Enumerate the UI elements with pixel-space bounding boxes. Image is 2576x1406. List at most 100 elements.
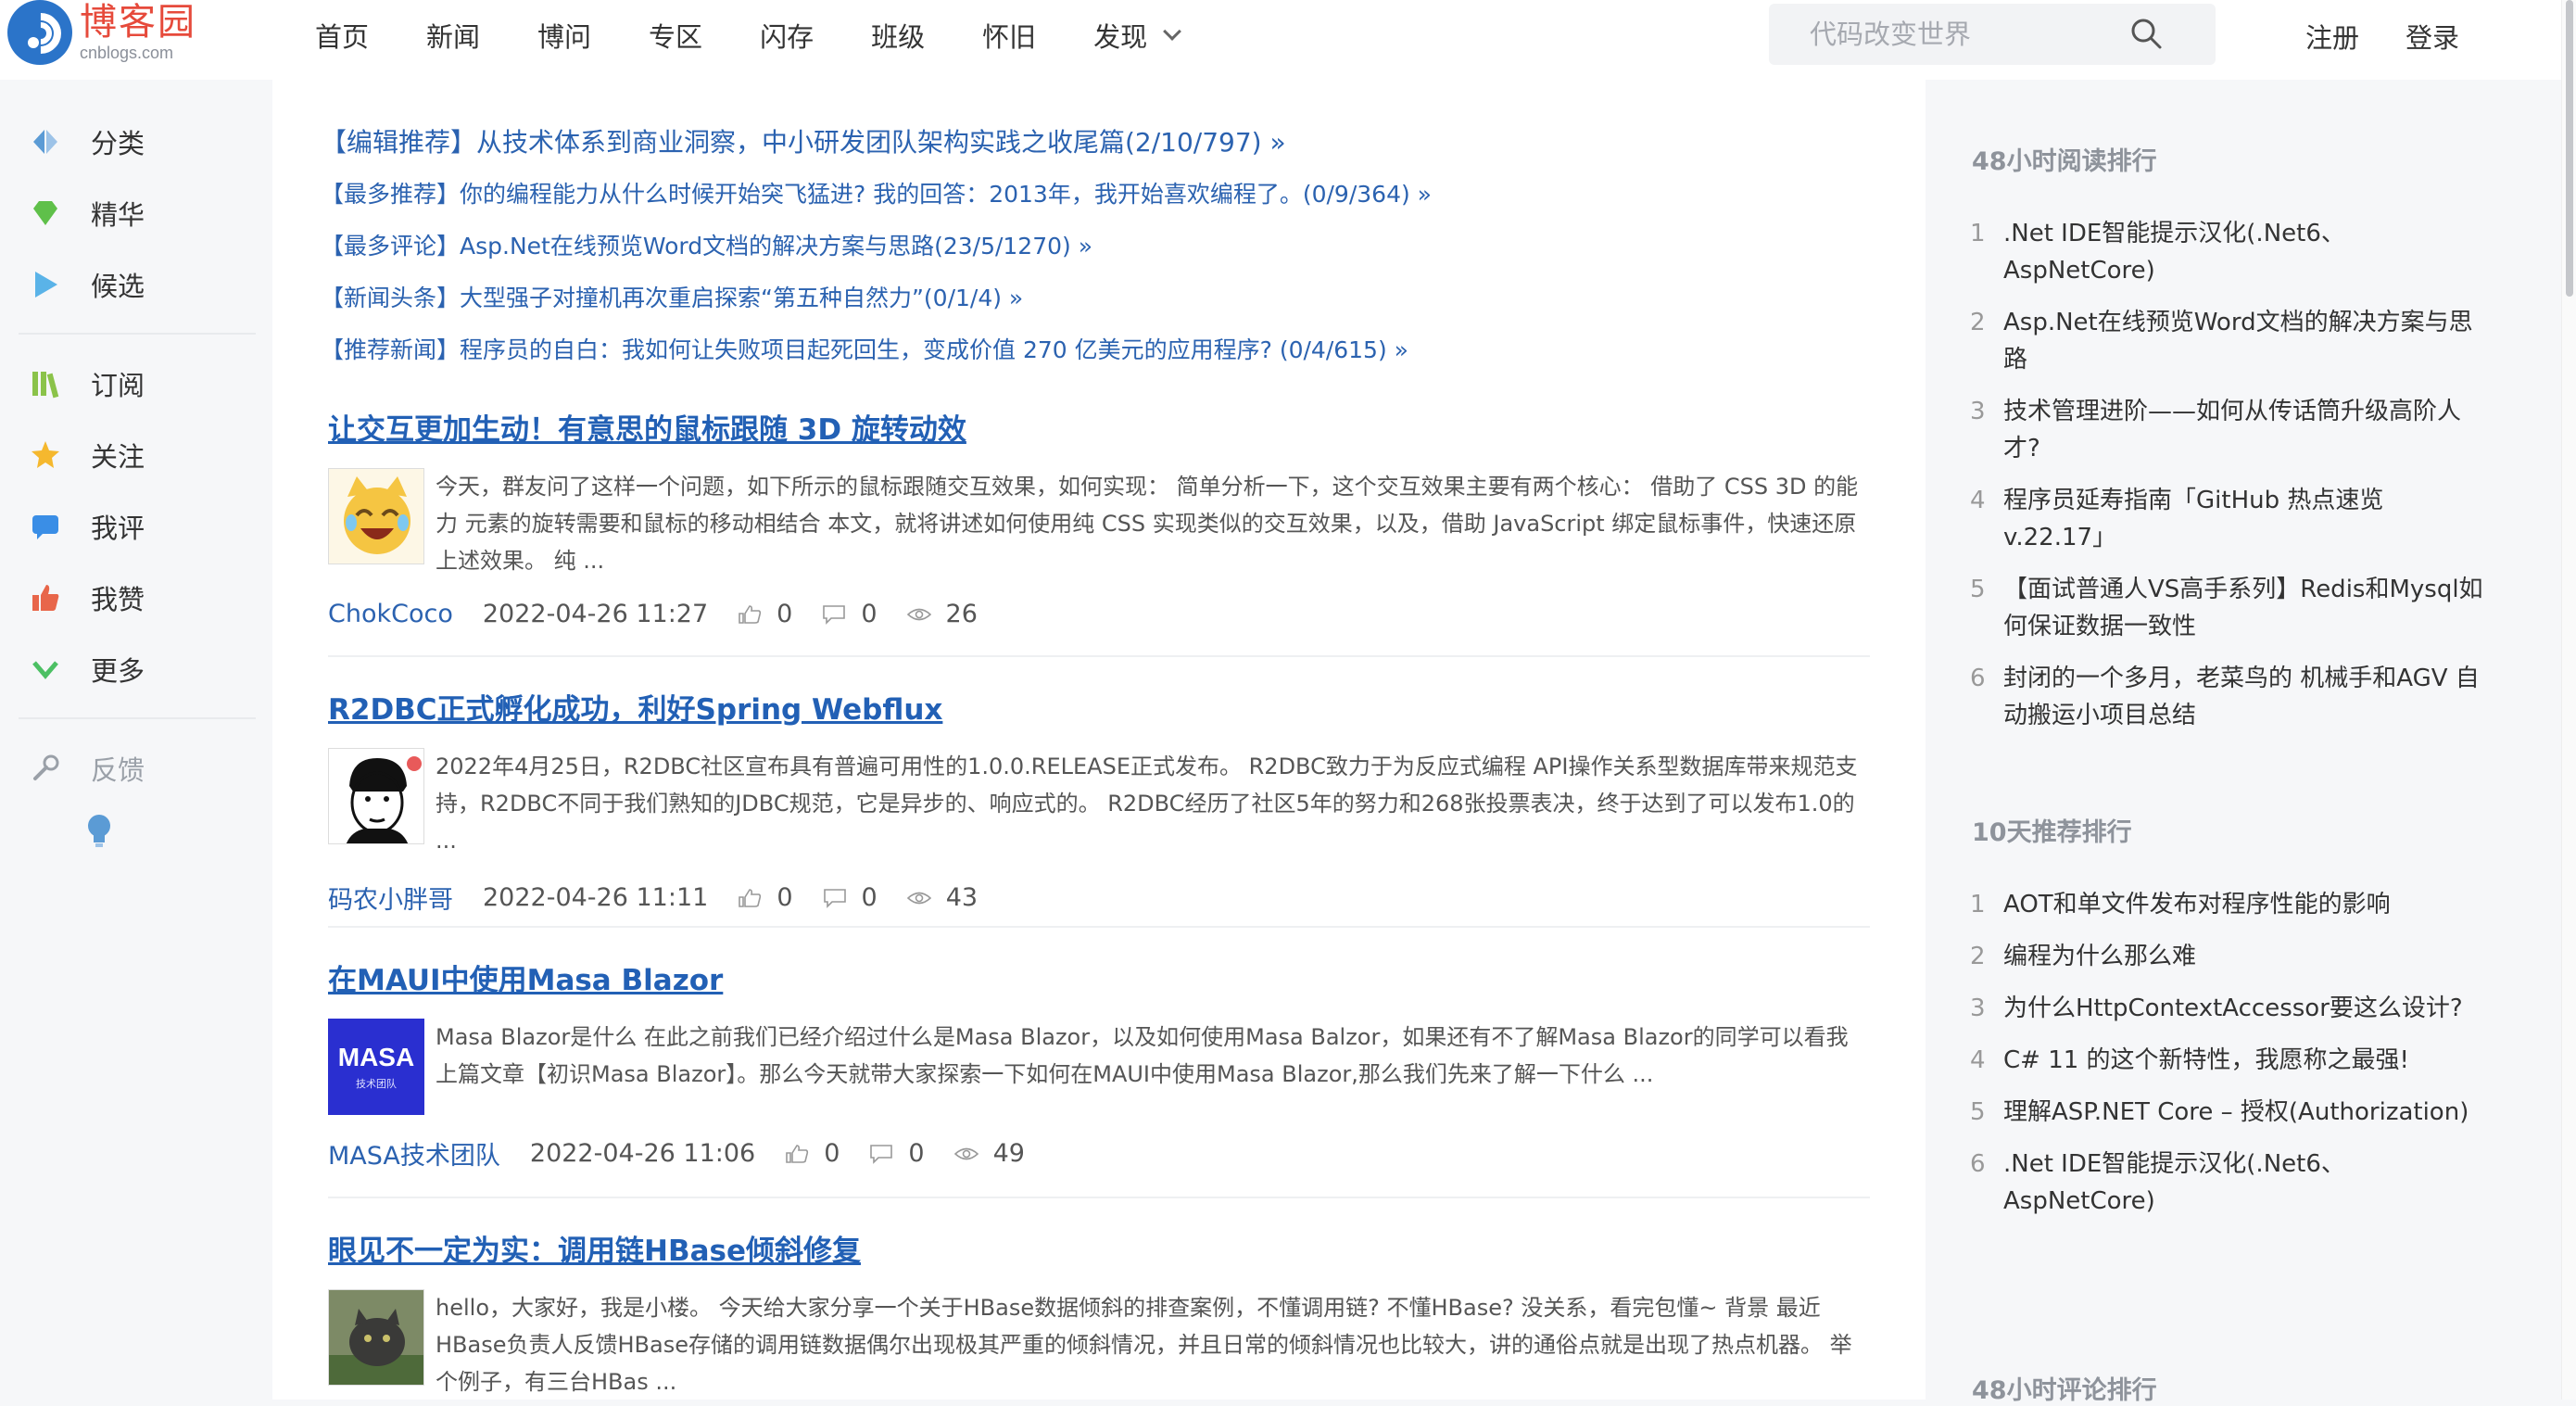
comment-icon	[870, 1144, 893, 1164]
sidebar-item-category[interactable]: 分类	[0, 106, 272, 177]
sidebar-item-label: 更多	[91, 654, 145, 687]
sidebar-item-label: 我赞	[91, 583, 145, 615]
list-item[interactable]: 5 【面试普通人VS高手系列】Redis和Mysql如何保证数据一致性	[1970, 571, 2489, 645]
rank-item-title: 编程为什么那么难	[2003, 943, 2197, 970]
site-logo[interactable]: 博客园 cnblogs.com	[7, 0, 196, 65]
post-author[interactable]: 码农小胖哥	[328, 880, 453, 916]
list-item[interactable]: 3 为什么HttpContextAccessor要这么设计?	[1970, 990, 2489, 1027]
nav-home[interactable]: 首页	[315, 16, 369, 55]
list-item[interactable]: 4 程序员延寿指南「GitHub 热点速览 v.22.17」	[1970, 482, 2489, 556]
author-avatar[interactable]	[328, 468, 424, 564]
logo-domain: cnblogs.com	[80, 44, 174, 62]
like-count: 0	[824, 1139, 840, 1168]
like-button[interactable]: 0	[738, 600, 792, 628]
sidebar-item-candidate[interactable]: 候选	[0, 248, 272, 320]
list-item[interactable]: 2 Asp.Net在线预览Word文档的解决方案与思路	[1970, 304, 2489, 378]
login-link[interactable]: 登录	[2406, 17, 2459, 56]
chevron-down-icon	[32, 660, 58, 679]
nav-news[interactable]: 新闻	[426, 16, 480, 55]
rank-number: 6	[1970, 1150, 1986, 1178]
rank-number: 3	[1970, 994, 1986, 1022]
views-stat[interactable]: 43	[906, 883, 978, 912]
list-item[interactable]: 2 编程为什么那么难	[1970, 938, 2489, 975]
sidebar-divider	[19, 717, 256, 719]
rank-item-title: 为什么HttpContextAccessor要这么设计?	[2003, 994, 2463, 1022]
featured-news-headline[interactable]: 【新闻头条】大型强子对撞机再次重启探索“第五种自然力”(0/1/4) »	[321, 285, 1023, 311]
list-item[interactable]: 6 封闭的一个多月，老菜鸟的 机械手和AGV 自动搬运小项目总结	[1970, 660, 2489, 734]
post-summary: hello，大家好，我是小楼。 今天给大家分享一个关于HBase数据倾斜的排查案…	[436, 1295, 1852, 1395]
rss-logo-icon	[7, 0, 72, 65]
sidebar-item-essence[interactable]: 精华	[0, 177, 272, 248]
search-icon[interactable]	[2129, 17, 2163, 50]
post-date: 2022-04-26 11:27	[482, 600, 709, 628]
nav-zone[interactable]: 专区	[649, 16, 702, 55]
sidebar-item-label: 分类	[91, 127, 145, 159]
comment-button[interactable]: 0	[869, 1139, 925, 1168]
sidebar-item-subscribe[interactable]: 订阅	[0, 348, 272, 419]
thumbs-up-icon	[786, 1144, 809, 1163]
featured-editor-pick[interactable]: 【编辑推荐】从技术体系到商业洞察，中小研发团队架构实践之收尾篇(2/10/797…	[321, 127, 1286, 158]
register-link[interactable]: 注册	[2305, 17, 2359, 56]
sidebar-item-feedback[interactable]: 反馈	[0, 732, 272, 804]
list-item[interactable]: 3 技术管理进阶——如何从传话筒升级高阶人才?	[1970, 393, 2489, 467]
list-item[interactable]: 1 AOT和单文件发布对程序性能的影响	[1970, 886, 2489, 923]
post-summary: Masa Blazor是什么 在此之前我们已经介绍过什么是Masa Blazor…	[436, 1024, 1849, 1087]
portrait-avatar-icon	[346, 756, 422, 843]
post-item: 眼见不一定为实：调用链HBase倾斜修复 hello，大家好，我是小楼。 今天给…	[328, 1227, 1870, 1400]
comment-button[interactable]: 0	[823, 883, 878, 912]
author-avatar[interactable]	[328, 1289, 424, 1386]
list-item[interactable]: 5 理解ASP.NET Core – 授权(Authorization)	[1970, 1094, 2489, 1131]
rank-title-read48: 48小时阅读排行	[1972, 147, 2157, 176]
post-author[interactable]: MASA技术团队	[328, 1135, 500, 1172]
rank-number: 1	[1970, 220, 1986, 247]
list-item[interactable]: 4 C# 11 的这个新特性，我愿称之最强!	[1970, 1042, 2489, 1079]
comment-icon	[823, 604, 846, 625]
author-avatar[interactable]	[328, 748, 424, 844]
scrollbar-thumb[interactable]	[2566, 0, 2573, 297]
like-count: 0	[777, 600, 793, 628]
sidebar-item-my-likes[interactable]: 我赞	[0, 562, 272, 633]
post-title[interactable]: 眼见不一定为实：调用链HBase倾斜修复	[328, 1227, 861, 1269]
like-button[interactable]: 0	[738, 883, 793, 912]
post-meta: MASA技术团队 2022-04-26 11:06 0 0 49	[328, 1135, 1870, 1172]
sidebar-item-my-comments[interactable]: 我评	[0, 490, 272, 562]
list-item[interactable]: 6 .Net IDE智能提示汉化(.Net6、AspNetCore)	[1970, 1146, 2489, 1220]
thumbs-up-icon	[32, 584, 59, 611]
sidebar-divider	[19, 333, 256, 335]
comment-bubble-icon	[32, 514, 58, 539]
right-sidebar: 48小时阅读排行 1 .Net IDE智能提示汉化(.Net6、AspNetCor…	[1926, 80, 2561, 1405]
thumbs-up-icon	[739, 604, 762, 624]
post-summary: 今天，群友问了这样一个问题，如下所示的鼠标跟随交互效果，如何实现： 简单分析一下…	[436, 474, 1859, 574]
post-summary: 2022年4月25日，R2DBC社区宣布具有普遍可用性的1.0.0.RELEAS…	[436, 754, 1858, 854]
rank-title-rec10: 10天推荐排行	[1972, 818, 2132, 847]
nav-nostalgia[interactable]: 怀旧	[982, 16, 1036, 55]
views-stat[interactable]: 49	[953, 1139, 1025, 1168]
sidebar-item-follow[interactable]: 关注	[0, 419, 272, 490]
featured-most-commented[interactable]: 【最多评论】Asp.Net在线预览Word文档的解决方案与思路(23/5/127…	[321, 233, 1092, 260]
post-title[interactable]: 让交互更加生动！有意思的鼠标跟随 3D 旋转动效	[328, 406, 966, 448]
list-item[interactable]: 1 .Net IDE智能提示汉化(.Net6、AspNetCore)	[1970, 215, 2489, 289]
featured-recommended-news[interactable]: 【推荐新闻】程序员的自白：我如何让失败项目起死回生，变成价值 270 亿美元的应…	[321, 336, 1408, 363]
lightbulb-icon[interactable]	[85, 814, 113, 849]
post-title[interactable]: R2DBC正式孵化成功，利好Spring Webflux	[328, 686, 942, 728]
post-author[interactable]: ChokCoco	[328, 600, 453, 628]
post-title[interactable]: 在MAUI中使用Masa Blazor	[328, 956, 723, 998]
nav-discover[interactable]: 发现	[1093, 16, 1182, 55]
nav-class[interactable]: 班级	[871, 16, 925, 55]
search-input[interactable]	[1810, 4, 2143, 65]
post-divider	[328, 1197, 1870, 1198]
rank-title-comment48: 48小时评论排行	[1972, 1376, 2157, 1405]
comment-button[interactable]: 0	[822, 600, 878, 628]
like-button[interactable]: 0	[785, 1139, 840, 1168]
eye-icon	[953, 1147, 979, 1159]
sidebar-item-more[interactable]: 更多	[0, 633, 272, 704]
view-count: 49	[992, 1139, 1025, 1168]
featured-most-recommended[interactable]: 【最多推荐】你的编程能力从什么时候开始突飞猛进? 我的回答：2013年，我开始喜…	[321, 181, 1432, 208]
views-stat[interactable]: 26	[906, 600, 978, 628]
nav-qa[interactable]: 博问	[537, 16, 591, 55]
author-avatar[interactable]: MASA 技术团队	[328, 1019, 424, 1115]
post-divider	[328, 926, 1870, 928]
nav-flash[interactable]: 闪存	[760, 16, 814, 55]
rank-number: 3	[1970, 398, 1986, 425]
page-scrollbar[interactable]	[2561, 0, 2576, 1400]
